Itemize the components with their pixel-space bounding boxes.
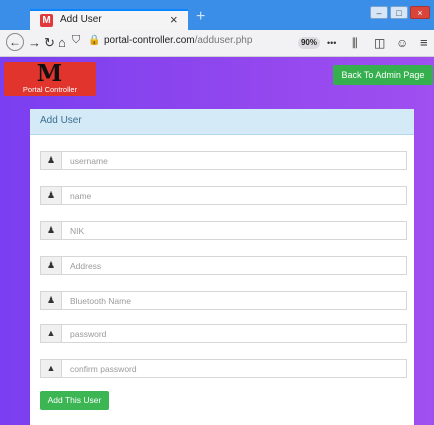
user-icon: ♟ <box>41 292 62 309</box>
address-input[interactable] <box>62 257 406 274</box>
confirm-password-field: ▲ <box>40 359 407 378</box>
browser-chrome: M Add User × + – □ × ← → ↻ ⌂ ⛉ 🔒 portal-… <box>0 0 434 57</box>
logo-letter: M <box>36 60 64 87</box>
logo-text: Portal Controller <box>22 85 78 94</box>
url-host: portal-controller.com <box>104 35 195 46</box>
username-field: ♟ <box>40 151 407 170</box>
user-icon: ♟ <box>41 257 62 274</box>
forward-icon[interactable]: → <box>28 34 41 52</box>
address-bar[interactable]: portal-controller.com/adduser.php <box>104 35 252 46</box>
nik-input[interactable] <box>62 222 406 239</box>
add-user-panel: Add User ♟ ♟ ♟ ♟ ♟ ▲ ▲ Add T <box>30 109 414 425</box>
user-icon: ♟ <box>41 152 62 169</box>
back-to-admin-button[interactable]: Back To Admin Page <box>333 65 433 85</box>
confirm-password-input[interactable] <box>62 360 406 377</box>
lock-icon: ▲ <box>41 325 62 342</box>
password-field: ▲ <box>40 324 407 343</box>
tab-bar: M Add User × + – □ × <box>0 0 434 30</box>
logo[interactable]: M Portal Controller <box>4 62 96 96</box>
zoom-badge[interactable]: 90% <box>298 37 320 49</box>
bluetooth-name-field: ♟ <box>40 291 407 310</box>
tab-close-icon[interactable]: × <box>170 12 178 27</box>
name-field: ♟ <box>40 186 407 205</box>
sidebar-icon[interactable]: ◫ <box>374 34 385 52</box>
panel-title: Add User <box>40 115 82 126</box>
account-icon[interactable]: ☺ <box>396 34 408 52</box>
address-field: ♟ <box>40 256 407 275</box>
panel-header: Add User <box>30 109 414 135</box>
page-body: M Portal Controller Back To Admin Page A… <box>0 57 434 425</box>
favicon-icon: M <box>40 14 53 27</box>
lock-icon[interactable]: 🔒 <box>88 35 100 46</box>
back-icon[interactable]: ← <box>6 33 24 51</box>
menu-icon[interactable]: ≡ <box>420 34 428 52</box>
page-actions-icon[interactable]: ••• <box>327 34 336 52</box>
add-user-button[interactable]: Add This User <box>40 391 109 410</box>
library-icon[interactable]: ⫼ <box>352 34 358 52</box>
url-path: /adduser.php <box>194 35 253 46</box>
shield-icon[interactable]: ⛉ <box>72 34 80 47</box>
password-input[interactable] <box>62 325 406 342</box>
maximize-icon[interactable]: □ <box>390 6 408 19</box>
user-icon: ♟ <box>41 187 62 204</box>
bluetooth-name-input[interactable] <box>62 292 406 309</box>
reload-icon[interactable]: ↻ <box>44 34 55 52</box>
nik-field: ♟ <box>40 221 407 240</box>
browser-tab[interactable]: M Add User × <box>30 9 188 30</box>
tab-title: Add User <box>60 14 102 25</box>
close-window-icon[interactable]: × <box>410 6 430 19</box>
nav-bar: ← → ↻ ⌂ ⛉ 🔒 portal-controller.com/adduse… <box>0 30 434 57</box>
lock-icon: ▲ <box>41 360 62 377</box>
new-tab-icon[interactable]: + <box>196 8 205 26</box>
username-input[interactable] <box>62 152 406 169</box>
minimize-icon[interactable]: – <box>370 6 388 19</box>
name-input[interactable] <box>62 187 406 204</box>
home-icon[interactable]: ⌂ <box>58 34 66 52</box>
user-icon: ♟ <box>41 222 62 239</box>
